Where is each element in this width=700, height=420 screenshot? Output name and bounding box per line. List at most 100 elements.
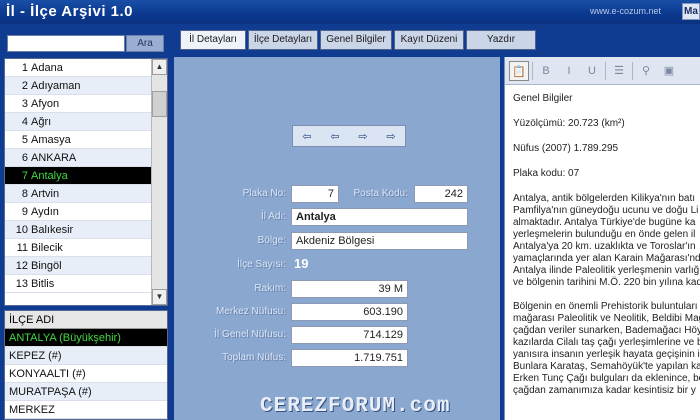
toolbar-separator <box>632 61 633 80</box>
editor-toolbar: 📋 B I U ☰ ⚲ ▣ <box>505 57 700 85</box>
il-name: Balıkesir <box>31 223 74 236</box>
app-title: İl - İlçe Arşivi 1.0 <box>6 3 134 20</box>
merkez-nufus-field[interactable]: 603.190 <box>291 303 408 321</box>
il-list-item[interactable]: 3 Afyon <box>5 95 167 113</box>
il-list-item[interactable]: 9 Aydın <box>5 203 167 221</box>
tab-genel-bilgiler[interactable]: Genel Bilgiler <box>320 30 392 50</box>
ilce-list-item[interactable]: MURATPAŞA (#) <box>5 383 167 401</box>
ilce-list-item[interactable]: MERKEZ <box>5 401 167 419</box>
il-list-item[interactable]: 1 Adana <box>5 59 167 77</box>
site-url: www.e-cozum.net <box>590 6 662 16</box>
italic-icon[interactable]: I <box>559 61 579 81</box>
maximize-button[interactable]: Ma <box>682 3 700 20</box>
next-record-icon[interactable]: ⇨ <box>358 130 367 143</box>
il-number: 10 <box>15 223 28 236</box>
ilce-sayisi-label: İlçe Sayısı: <box>237 259 286 270</box>
toplam-nufus-field[interactable]: 1.719.751 <box>291 349 408 367</box>
il-adi-field[interactable]: Antalya <box>291 208 468 226</box>
il-number: 2 <box>21 79 28 92</box>
scroll-up-icon[interactable]: ▲ <box>152 59 167 75</box>
il-number: 7 <box>21 169 28 182</box>
detail-panel: ⇦ ⇦ ⇨ ⇨ Plaka No: 7 Posta Kodu: 242 İl A… <box>174 57 500 420</box>
notes-line: Antalya'ya 20 km. uzaklıkta ve Toroslar'… <box>513 241 696 252</box>
il-name: ANKARA <box>31 151 77 164</box>
il-list-item[interactable]: 8 Artvin <box>5 185 167 203</box>
ilce-list-item[interactable]: KONYAALTI (#) <box>5 365 167 383</box>
last-record-icon[interactable]: ⇨ <box>386 130 395 143</box>
rakim-field[interactable]: 39 M <box>291 280 408 298</box>
notes-line: Pamfilya'nın güneydoğu ucunu ve doğu Li <box>513 205 699 216</box>
notes-area: Yüzölçümü: 20.723 (km²) <box>513 118 625 129</box>
tab-kayit-duzeni[interactable]: Kayıt Düzeni <box>394 30 464 50</box>
il-name: Aydın <box>31 205 59 218</box>
il-list-item[interactable]: 2 Adıyaman <box>5 77 167 95</box>
genel-nufus-field[interactable]: 714.129 <box>291 326 408 344</box>
rakim-label: Rakım: <box>254 283 286 294</box>
il-number: 1 <box>21 61 28 74</box>
il-name: Ağrı <box>31 115 52 128</box>
notes-line: Bölgenin en önemli Prehistorik buluntula… <box>513 301 698 312</box>
il-name: Adıyaman <box>31 79 81 92</box>
posta-label: Posta Kodu: <box>353 188 408 199</box>
notes-line: kazılarda Cilalı taş çağı yerleşimlerine… <box>513 337 700 348</box>
ilce-list-item[interactable]: KEPEZ (#) <box>5 347 167 365</box>
list-icon[interactable]: ☰ <box>609 61 629 81</box>
il-list-item[interactable]: 7 Antalya <box>5 167 167 185</box>
genel-nufus-label: İl Genel Nüfusu: <box>214 329 286 340</box>
posta-kodu-field[interactable]: 242 <box>414 185 468 203</box>
il-list-item[interactable]: 11 Bilecik <box>5 239 167 257</box>
search-icon[interactable]: ⚲ <box>636 61 656 81</box>
underline-icon[interactable]: U <box>582 61 602 81</box>
search-input[interactable] <box>7 35 125 52</box>
il-name: Bingöl <box>31 259 62 272</box>
notes-line: çağdan veriler sunarken, Bademağacı Höy <box>513 325 700 336</box>
il-name: Antalya <box>31 169 68 182</box>
ilce-list-item[interactable]: ANTALYA (Büyükşehir) <box>5 329 167 347</box>
plaka-label: Plaka No: <box>242 188 286 199</box>
watermark: CEREZFORUM.com <box>260 395 451 418</box>
notes-heading: Genel Bilgiler <box>513 93 573 104</box>
il-list-scrollbar[interactable]: ▲ ▼ <box>151 59 167 305</box>
search-button[interactable]: Ara <box>126 35 164 52</box>
bolge-field[interactable]: Akdeniz Bölgesi <box>291 232 468 250</box>
bold-icon[interactable]: B <box>536 61 556 81</box>
save-icon[interactable]: ▣ <box>659 61 679 81</box>
il-list[interactable]: 1 Adana 2 Adıyaman 3 Afyon 4 Ağrı 5 Amasya 6 ANKARA… <box>4 58 168 306</box>
il-number: 9 <box>21 205 28 218</box>
scroll-down-icon[interactable]: ▼ <box>152 289 167 305</box>
il-number: 13 <box>15 277 28 290</box>
paste-icon[interactable]: 📋 <box>509 60 529 81</box>
toplam-nufus-label: Toplam Nüfus: <box>222 352 286 363</box>
plaka-field[interactable]: 7 <box>291 185 339 203</box>
scroll-thumb[interactable] <box>152 91 167 117</box>
ilce-rows: ANTALYA (Büyükşehir) KEPEZ (#) KONYAALTI (… <box>5 329 167 419</box>
il-name: Bilecik <box>31 241 63 254</box>
prev-record-icon[interactable]: ⇦ <box>330 130 339 143</box>
il-list-item[interactable]: 12 Bingöl <box>5 257 167 275</box>
tab-il-detaylari[interactable]: İl Detayları <box>180 30 246 50</box>
il-name: Artvin <box>31 187 60 200</box>
title-bar: İl - İlçe Arşivi 1.0 www.e-cozum.net Ma <box>0 0 700 24</box>
tab-yazdir[interactable]: Yazdır <box>466 30 536 50</box>
tab-bar: İl Detayları İlçe Detayları Genel Bilgil… <box>180 30 536 50</box>
notes-line: Antalya ilinde Paleolitik yerleşmenin va… <box>513 265 700 276</box>
notes-text[interactable]: Genel Bilgiler Yüzölçümü: 20.723 (km²) N… <box>505 85 700 420</box>
il-rows: 1 Adana 2 Adıyaman 3 Afyon 4 Ağrı 5 Amasya 6 ANKARA… <box>5 59 167 293</box>
il-list-item[interactable]: 10 Balıkesir <box>5 221 167 239</box>
il-name: Afyon <box>31 97 60 110</box>
ilce-list[interactable]: İLÇE ADI ANTALYA (Büyükşehir) KEPEZ (#) KO… <box>4 310 168 420</box>
notes-line: Erken Tunç Çağı bulguları da eklenince, … <box>513 373 700 384</box>
record-navigator: ⇦ ⇦ ⇨ ⇨ <box>292 125 406 147</box>
il-list-item[interactable]: 5 Amasya <box>5 131 167 149</box>
ilce-list-header: İLÇE ADI <box>5 311 167 329</box>
il-list-item[interactable]: 4 Ağrı <box>5 113 167 131</box>
notes-line: çağdan zamanımıza kadar kesintisiz bir y <box>513 385 696 396</box>
il-adi-label: İl Adı: <box>260 211 286 222</box>
left-panel: Ara 1 Adana 2 Adıyaman 3 Afyon 4 Ağrı 5 Amasya 6 AN… <box>0 24 174 420</box>
first-record-icon[interactable]: ⇦ <box>302 130 311 143</box>
notes-line: yanısıra insanın yerleşik hayata geçişin… <box>513 349 700 360</box>
il-list-item[interactable]: 13 Bitlis <box>5 275 167 293</box>
tab-ilce-detaylari[interactable]: İlçe Detayları <box>248 30 318 50</box>
il-number: 6 <box>21 151 28 164</box>
il-list-item[interactable]: 6 ANKARA <box>5 149 167 167</box>
